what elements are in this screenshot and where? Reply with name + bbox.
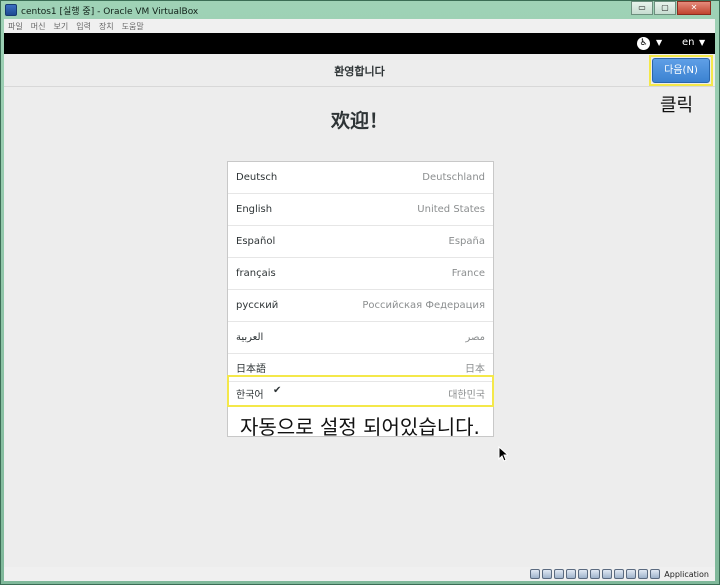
welcome-heading: 欢迎！ [330, 110, 388, 132]
next-button[interactable]: 다음(N) [652, 58, 710, 83]
language-name: русский [236, 300, 279, 311]
cpu-icon[interactable] [626, 569, 637, 579]
language-name: français [236, 268, 276, 279]
keyboard-icon[interactable] [650, 569, 661, 579]
language-region: 日本 [465, 364, 485, 375]
language-name: English [236, 204, 273, 215]
maximize-icon[interactable]: ▢ [654, 1, 676, 15]
host-key-label: Application [664, 569, 709, 579]
menu-machine[interactable]: 머신 [31, 21, 46, 32]
input-language-indicator[interactable]: en [682, 37, 695, 48]
language-region: مصر [465, 332, 485, 343]
language-region: Российская Федерация [362, 300, 485, 311]
mouse-cursor-icon [498, 446, 508, 462]
mouse-integration-icon[interactable] [638, 569, 649, 579]
list-item[interactable]: English United States [228, 194, 493, 226]
accessibility-icon[interactable]: ♿ [637, 37, 650, 50]
network-icon[interactable] [566, 569, 577, 579]
menu-input[interactable]: 입력 [76, 21, 91, 32]
menu-help[interactable]: 도움말 [122, 21, 144, 32]
language-region: España [448, 236, 485, 247]
vm-status-bar: Application [4, 567, 715, 581]
language-name: العربية [236, 332, 264, 343]
page-title: 환영합니다 [334, 65, 385, 78]
window-controls: ▭ ▢ ✕ [630, 1, 711, 15]
list-item[interactable]: Deutsch Deutschland [228, 162, 493, 194]
language-region: Deutschland [422, 172, 485, 183]
virtualbox-app-icon [5, 4, 17, 16]
shared-folders-icon[interactable] [590, 569, 601, 579]
window-title: centos1 [실행 중] - Oracle VM VirtualBox [21, 6, 199, 17]
usb-icon[interactable] [578, 569, 589, 579]
recording-icon[interactable] [614, 569, 625, 579]
menu-view[interactable]: 보기 [53, 21, 68, 32]
language-name: 日本語 [236, 364, 266, 375]
list-item[interactable]: français France [228, 258, 493, 290]
vm-menubar: 파일 머신 보기 입력 장치 도움말 [4, 19, 715, 33]
close-icon[interactable]: ✕ [677, 1, 711, 15]
guest-screen: ♿ ▼ en ▼ 환영합니다 다음(N) 클릭 欢迎！ Deutsch Deut… [4, 33, 715, 567]
language-name: Deutsch [236, 172, 278, 183]
menu-devices[interactable]: 장치 [99, 21, 114, 32]
selected-language-highlight [227, 375, 494, 407]
display-icon[interactable] [602, 569, 613, 579]
hard-disk-icon[interactable] [530, 569, 541, 579]
language-menu-arrow-icon[interactable]: ▼ [699, 38, 705, 47]
page-header: 환영합니다 다음(N) [4, 54, 715, 87]
language-region: United States [417, 204, 485, 215]
auto-set-annotation: 자동으로 설정 되어있습니다. [240, 415, 480, 439]
window-titlebar[interactable]: centos1 [실행 중] - Oracle VM VirtualBox ▭ … [1, 1, 719, 19]
list-item[interactable]: Español España [228, 226, 493, 258]
gnome-top-bar: ♿ ▼ en ▼ [4, 33, 715, 54]
language-name: Español [236, 236, 276, 247]
list-item[interactable]: русский Российская Федерация [228, 290, 493, 322]
accessibility-menu-arrow-icon[interactable]: ▼ [656, 38, 662, 47]
audio-icon[interactable] [554, 569, 565, 579]
menu-file[interactable]: 파일 [8, 21, 23, 32]
language-region: France [451, 268, 485, 279]
optical-drive-icon[interactable] [542, 569, 553, 579]
minimize-icon[interactable]: ▭ [631, 1, 653, 15]
